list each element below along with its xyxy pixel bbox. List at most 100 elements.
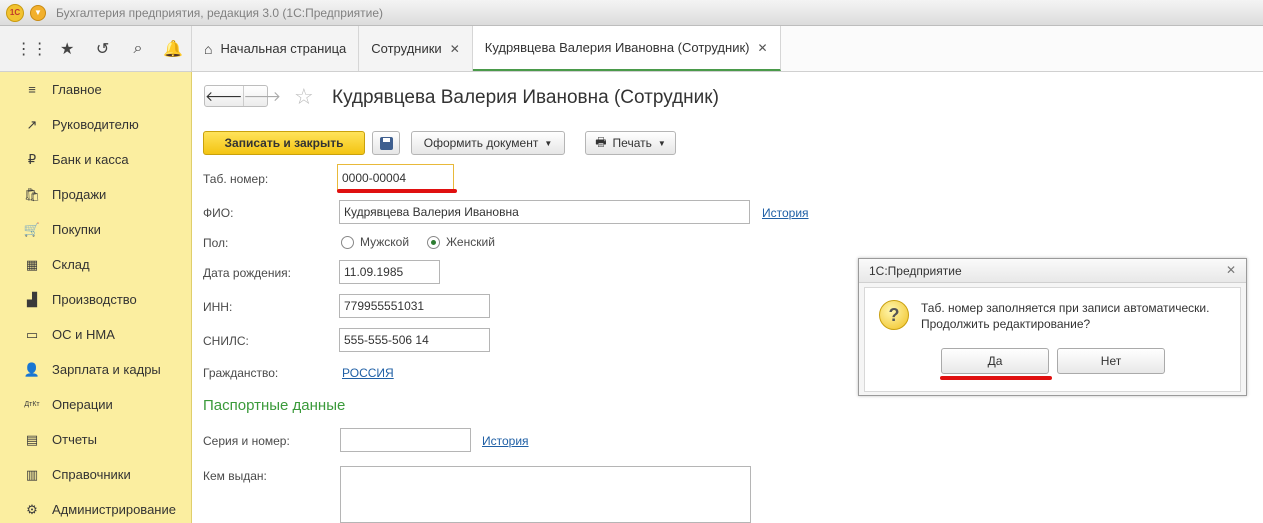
- warehouse-icon: ▦: [25, 256, 39, 272]
- sidebar-item-label: Производство: [52, 292, 137, 307]
- star-icon[interactable]: ★: [49, 34, 84, 64]
- sidebar-item-label: Банк и касса: [52, 152, 129, 167]
- tab-label: Сотрудники: [371, 41, 442, 56]
- series-history-link[interactable]: История: [482, 434, 529, 448]
- tab-label: Кудрявцева Валерия Ивановна (Сотрудник): [484, 40, 750, 55]
- apps-grid-icon[interactable]: ⋮⋮: [14, 34, 49, 64]
- back-arrow-icon[interactable]: 🡐: [205, 86, 243, 106]
- ruble-icon: ₽: [27, 151, 37, 167]
- issued-by-field[interactable]: [340, 466, 751, 523]
- snils-label: СНИЛС:: [203, 334, 249, 348]
- fio-field[interactable]: Кудрявцева Валерия Ивановна: [339, 200, 750, 224]
- snils-field[interactable]: 555-555-506 14: [339, 328, 490, 352]
- no-button[interactable]: Нет: [1057, 348, 1165, 374]
- gender-male-radio[interactable]: Мужской: [341, 235, 409, 249]
- history-nav: 🡐 🡒: [204, 85, 281, 107]
- sidebar-item-label: Продажи: [52, 187, 107, 202]
- top-toolbar: ⋮⋮ ★ ↺ ⌕ 🔔: [0, 26, 192, 71]
- sidebar-item-manager[interactable]: ↗ Руководителю: [0, 107, 191, 142]
- tab-label: Начальная страница: [220, 41, 347, 56]
- fio-history-link[interactable]: История: [762, 206, 809, 220]
- forward-arrow-icon[interactable]: 🡒: [242, 86, 281, 106]
- sidebar-item-operations[interactable]: ДтКт Операции: [0, 387, 191, 422]
- cart-icon: 🛒: [23, 221, 41, 237]
- sidebar-item-sales[interactable]: 🛍 Продажи: [0, 177, 191, 212]
- close-icon[interactable]: ✕: [450, 42, 460, 56]
- bell-icon[interactable]: 🔔: [156, 34, 191, 64]
- chevron-down-icon: ▼: [544, 138, 553, 148]
- print-button[interactable]: 🖶 Печать ▼: [585, 131, 676, 155]
- tab-bar: ⌂ Начальная страница Сотрудники ✕ Кудряв…: [192, 26, 781, 71]
- favorite-star-icon[interactable]: ☆: [294, 84, 314, 110]
- floppy-disk-icon: [379, 136, 393, 150]
- radio-circle-icon: [341, 235, 354, 249]
- sidebar-item-label: Отчеты: [52, 432, 97, 447]
- sidebar-item-bank[interactable]: ₽ Банк и касса: [0, 142, 191, 177]
- sidebar-item-admin[interactable]: ⚙ Администрирование: [0, 492, 191, 523]
- inn-label: ИНН:: [203, 300, 233, 314]
- trend-icon: ↗: [26, 116, 38, 132]
- top-navigation: ⋮⋮ ★ ↺ ⌕ 🔔 ⌂ Начальная страница Сотрудни…: [0, 26, 1263, 72]
- save-button[interactable]: [372, 131, 400, 155]
- page-title: Кудрявцева Валерия Ивановна (Сотрудник): [332, 87, 719, 108]
- sidebar-item-payroll[interactable]: 👤 Зарплата и кадры: [0, 352, 191, 387]
- window-title: Бухгалтерия предприятия, редакция 3.0 (1…: [56, 5, 384, 20]
- close-icon[interactable]: ✕: [757, 41, 767, 55]
- question-icon: ?: [879, 300, 909, 330]
- gender-female-radio[interactable]: Женский: [427, 235, 495, 249]
- gender-label: Пол:: [203, 236, 229, 250]
- birth-date-label: Дата рождения:: [203, 266, 291, 280]
- catalog-icon: ▥: [25, 466, 39, 482]
- tab-employee-card[interactable]: Кудрявцева Валерия Ивановна (Сотрудник) …: [472, 26, 781, 71]
- sidebar-item-assets[interactable]: ▭ ОС и НМА: [0, 317, 191, 352]
- sidebar-item-main[interactable]: ≡ Главное: [0, 72, 191, 107]
- inn-field[interactable]: 779955551031: [339, 294, 490, 318]
- sidebar-item-label: Главное: [52, 82, 102, 97]
- tab-employees[interactable]: Сотрудники ✕: [359, 26, 473, 71]
- sidebar-item-label: Справочники: [52, 467, 131, 482]
- sidebar-item-warehouse[interactable]: ▦ Склад: [0, 247, 191, 282]
- sidebar-item-label: Зарплата и кадры: [52, 362, 161, 377]
- sidebar-item-production[interactable]: ▟ Производство: [0, 282, 191, 317]
- passport-section-heading: Паспортные данные: [203, 397, 346, 414]
- create-document-button[interactable]: Оформить документ ▼: [411, 131, 565, 155]
- close-icon[interactable]: ✕: [1226, 263, 1236, 277]
- dialog-message: Таб. номер заполняется при записи автома…: [921, 300, 1209, 332]
- sidebar-item-label: Склад: [52, 257, 90, 272]
- main-menu-button[interactable]: ▼: [30, 4, 46, 21]
- home-icon: ⌂: [204, 40, 213, 57]
- sidebar-item-label: Покупки: [52, 222, 101, 237]
- chevron-down-icon: ▼: [657, 138, 666, 148]
- series-number-label: Серия и номер:: [203, 434, 290, 448]
- history-icon[interactable]: ↺: [85, 34, 120, 64]
- fio-label: ФИО:: [203, 206, 234, 220]
- citizenship-link[interactable]: РОССИЯ: [342, 366, 394, 380]
- 1c-logo-icon: 1С: [6, 3, 24, 22]
- sidebar-item-purchases[interactable]: 🛒 Покупки: [0, 212, 191, 247]
- dialog-message-line: Продолжить редактирование?: [921, 317, 1091, 331]
- window-titlebar: 1С ▼ Бухгалтерия предприятия, редакция 3…: [0, 0, 1263, 26]
- dialog-body: ? Таб. номер заполняется при записи авто…: [864, 287, 1241, 392]
- birth-date-field[interactable]: 11.09.1985: [339, 260, 440, 284]
- dialog-title: 1С:Предприятие: [869, 263, 962, 278]
- printer-icon: 🖶: [595, 134, 607, 149]
- tab-number-field[interactable]: 0000-00004: [337, 164, 454, 191]
- button-label: Оформить документ: [423, 136, 539, 150]
- gear-icon: ⚙: [26, 501, 38, 517]
- sidebar-item-catalogs[interactable]: ▥ Справочники: [0, 457, 191, 492]
- shopping-bag-icon: 🛍: [23, 186, 41, 202]
- tab-home[interactable]: ⌂ Начальная страница: [192, 26, 360, 71]
- sidebar-item-reports[interactable]: ▤ Отчеты: [0, 422, 191, 457]
- citizenship-label: Гражданство:: [203, 366, 279, 380]
- red-underline-annotation: [337, 189, 457, 193]
- person-icon: 👤: [23, 361, 41, 377]
- factory-icon: ▟: [27, 291, 37, 307]
- radio-label: Женский: [446, 235, 495, 249]
- tab-number-label: Таб. номер:: [203, 172, 269, 186]
- yes-button[interactable]: Да: [941, 348, 1049, 374]
- sidebar-item-label: Администрирование: [52, 502, 176, 517]
- save-close-button[interactable]: Записать и закрыть: [203, 131, 365, 155]
- series-number-field[interactable]: [340, 428, 471, 452]
- assets-icon: ▭: [25, 326, 39, 342]
- search-icon[interactable]: ⌕: [120, 34, 155, 64]
